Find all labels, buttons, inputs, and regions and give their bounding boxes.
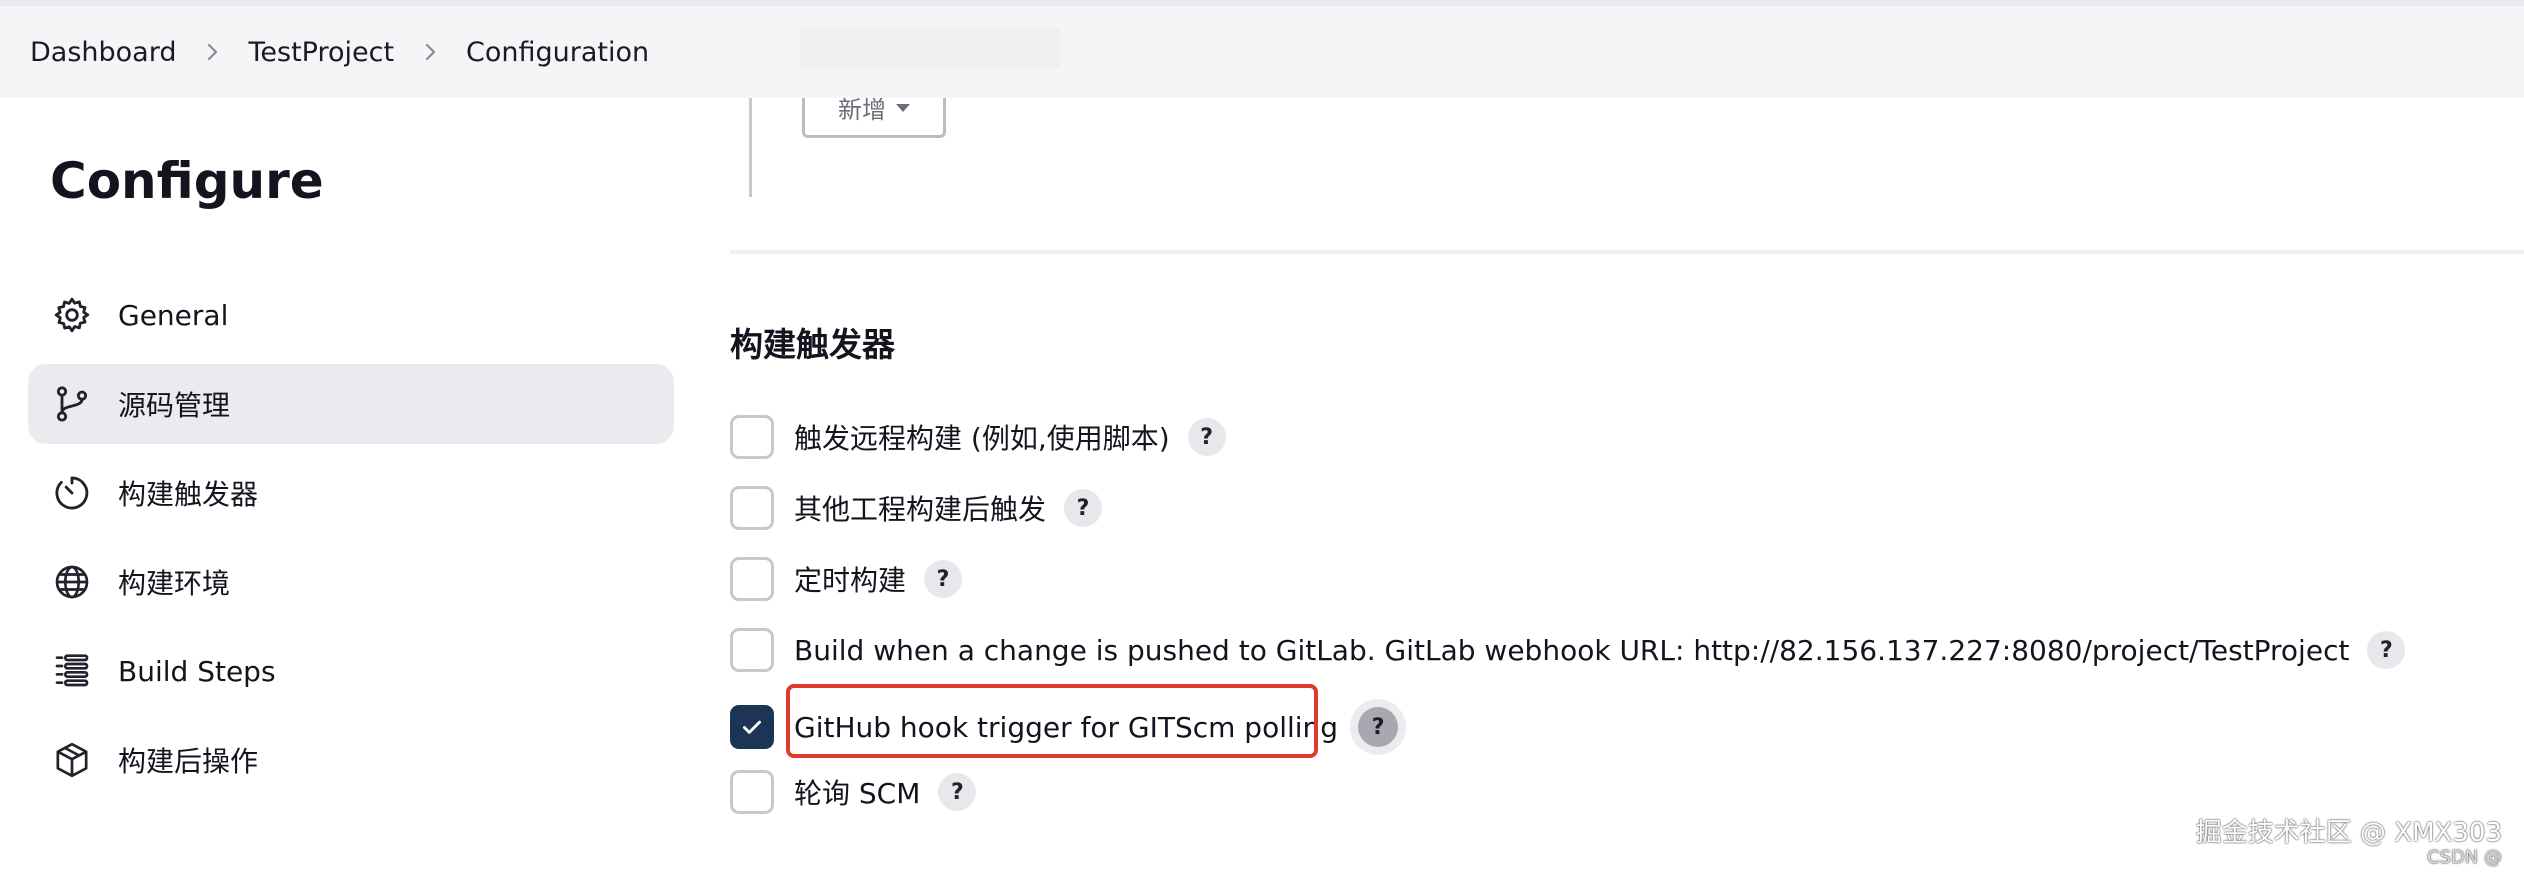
checkbox[interactable] [730,486,774,530]
gear-icon [50,293,94,337]
breadcrumb-testproject[interactable]: TestProject [248,37,394,68]
trigger-option-github-hook: GitHub hook trigger for GITScm polling ? [730,699,1407,755]
watermark-text: 掘金技术社区 @ XMX303 [2195,818,2502,848]
chevron-right-icon [420,42,440,62]
branch-icon [50,382,94,426]
trigger-option-upstream: 其他工程构建后触发 ? [730,486,1103,530]
checkbox[interactable] [730,557,774,601]
sidebar-item-label: 构建触发器 [118,478,259,511]
chevron-right-icon [202,42,222,62]
trigger-label[interactable]: 轮询 SCM [794,772,920,812]
sidebar-item-source-control[interactable]: 源码管理 [28,364,674,444]
trigger-option-periodic: 定时构建 ? [730,557,963,601]
package-icon [50,738,94,782]
sidebar-item-build-triggers[interactable]: 构建触发器 [28,453,674,533]
trigger-option-remote: 触发远程构建 (例如,使用脚本) ? [730,415,1226,459]
help-icon[interactable]: ? [1064,489,1103,527]
caret-down-icon [896,103,910,112]
checkbox[interactable] [730,628,774,672]
help-icon-glyph: ? [1358,707,1399,747]
checkbox-checked[interactable] [730,705,774,749]
trigger-option-gitlab: Build when a change is pushed to GitLab.… [730,628,2406,672]
sidebar-nav: General 源码管理 构建触发器 构建环境 Build Steps 构建后操… [28,275,674,809]
section-divider [730,250,2524,254]
section-divider-vertical [749,95,752,197]
trigger-option-poll-scm: 轮询 SCM ? [730,770,977,814]
sidebar-item-label: Build Steps [118,654,276,688]
help-icon[interactable]: ? [2367,631,2406,669]
sidebar-item-post-build[interactable]: 构建后操作 [28,720,674,800]
section-title: 构建触发器 [730,325,895,364]
trigger-label[interactable]: 定时构建 [794,559,906,599]
trigger-label[interactable]: Build when a change is pushed to GitLab.… [794,634,2349,667]
checkbox[interactable] [730,770,774,814]
sidebar-item-label: 构建环境 [118,567,231,600]
help-icon[interactable]: ? [938,773,977,811]
trigger-label[interactable]: GitHub hook trigger for GITScm polling [794,711,1338,744]
sidebar-item-label: 源码管理 [118,389,231,422]
trigger-label[interactable]: 其他工程构建后触发 [794,488,1046,528]
sidebar-item-label: General [118,298,229,332]
help-icon[interactable]: ? [1350,699,1407,755]
globe-icon [50,560,94,604]
help-icon[interactable]: ? [924,560,963,598]
timer-icon [50,471,94,515]
sidebar-item-build-environment[interactable]: 构建环境 [28,542,674,622]
watermark: 掘金技术社区 @ XMX303 CSDN @ [2196,818,2502,868]
breadcrumb: Dashboard TestProject Configuration [0,6,2524,98]
page-title: Configure [50,152,324,210]
sidebar-item-build-steps[interactable]: Build Steps [28,631,674,711]
watermark-sub: CSDN @ [2426,847,2502,868]
breadcrumb-dashboard[interactable]: Dashboard [30,37,176,68]
list-icon [50,649,94,693]
help-icon[interactable]: ? [1187,418,1226,456]
trigger-label[interactable]: 触发远程构建 (例如,使用脚本) [794,417,1170,457]
checkbox[interactable] [730,415,774,459]
checkmark-icon [743,720,761,734]
faded-overlay [800,28,1060,68]
sidebar-item-general[interactable]: General [28,275,674,355]
breadcrumb-configuration: Configuration [466,36,650,68]
sidebar-item-label: 构建后操作 [118,745,259,778]
